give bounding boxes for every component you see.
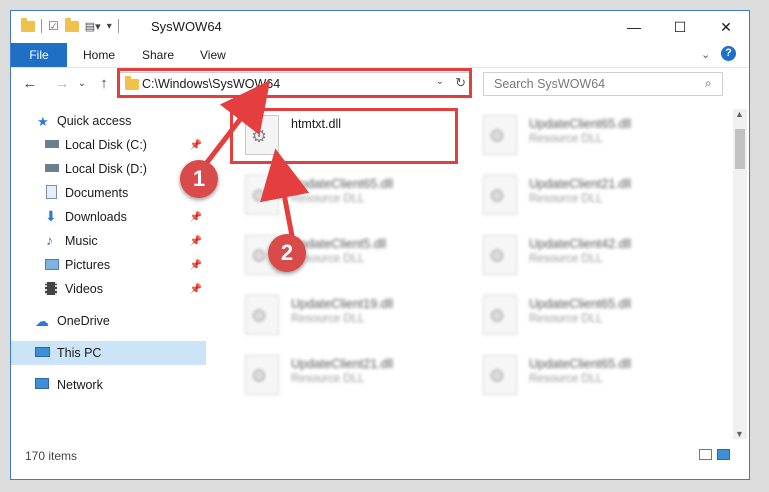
arrow-1 [203,80,271,167]
arrow-overlay [203,80,310,237]
callout-2: 2 [268,234,306,272]
arrow-2 [260,148,310,237]
callout-1: 1 [180,160,218,198]
